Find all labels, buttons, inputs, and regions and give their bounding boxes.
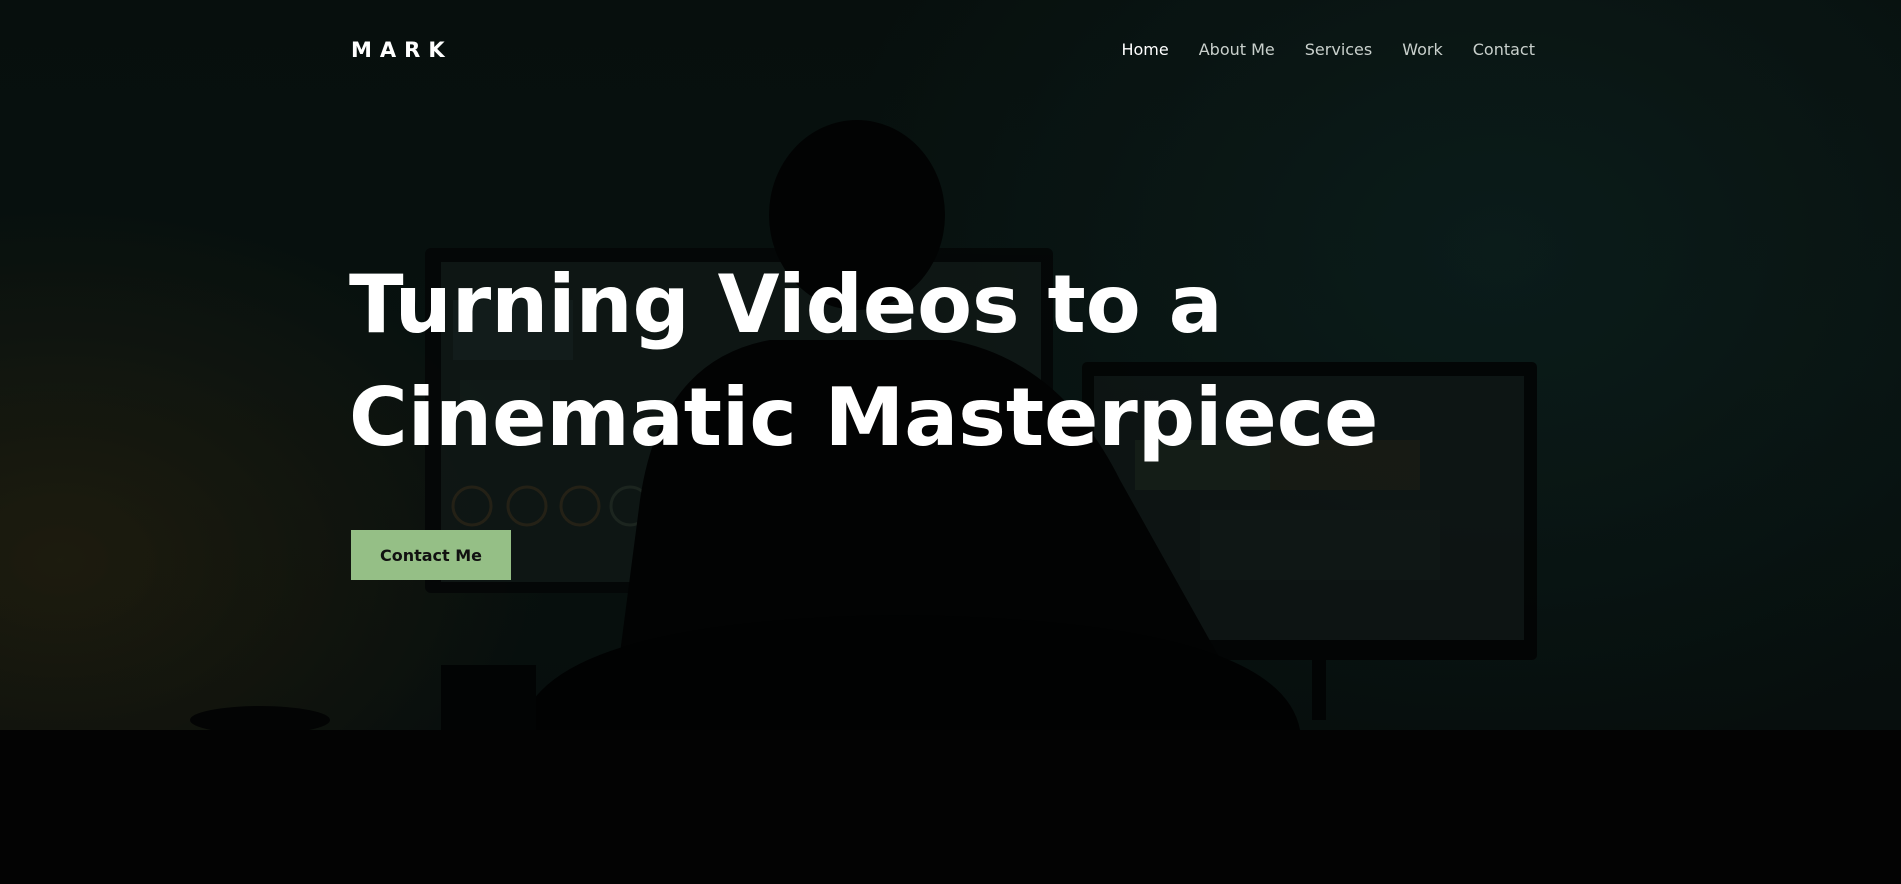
hero-headline-line-1: Turning Videos to a [349, 258, 1223, 351]
contact-me-button[interactable]: Contact Me [351, 530, 511, 580]
nav-link-work[interactable]: Work [1402, 39, 1443, 61]
nav-link-about-me[interactable]: About Me [1199, 39, 1275, 61]
nav-link-services[interactable]: Services [1305, 39, 1372, 61]
page-bottom-band [0, 730, 1901, 884]
site-logo[interactable]: MARK [351, 38, 453, 62]
main-nav: Home About Me Services Work Contact [1121, 39, 1535, 61]
hero-headline: Turning Videos to a Cinematic Masterpiec… [349, 248, 1449, 474]
hero-headline-line-2: Cinematic Masterpiece [349, 371, 1379, 464]
hero-section: MARK Home About Me Services Work Contact… [0, 0, 1901, 730]
nav-link-contact[interactable]: Contact [1473, 39, 1535, 61]
nav-link-home[interactable]: Home [1121, 39, 1168, 61]
